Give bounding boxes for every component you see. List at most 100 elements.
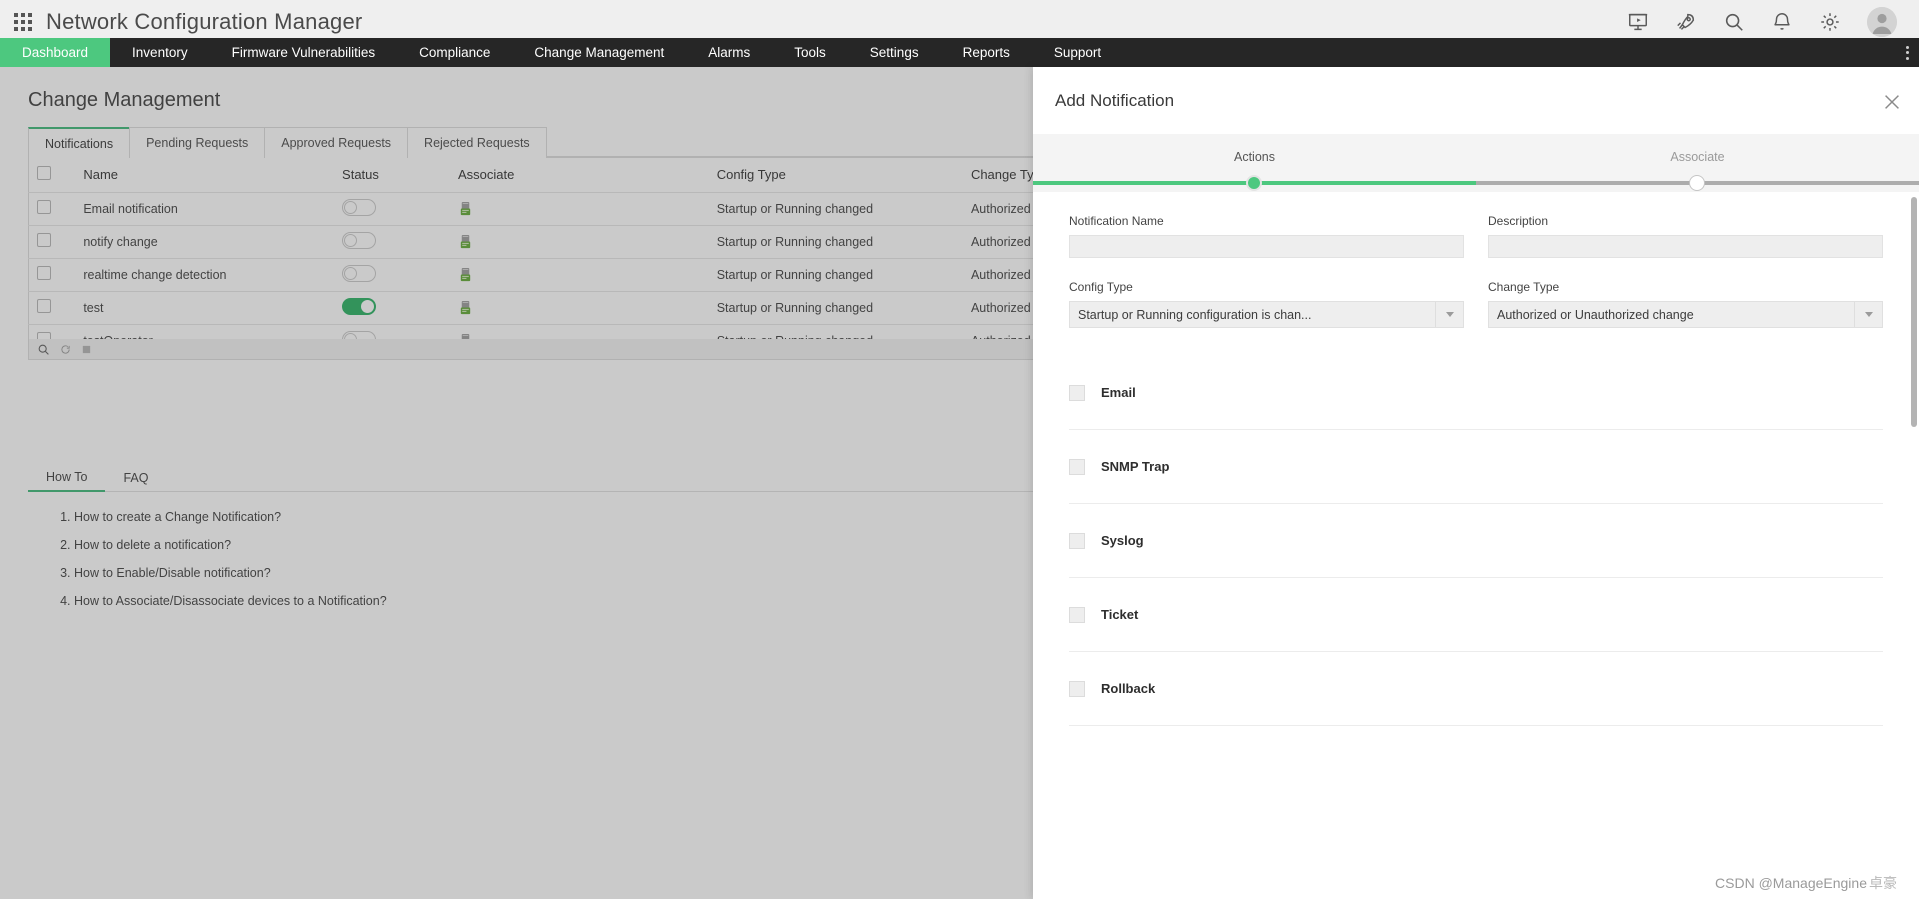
list-item[interactable]: How to delete a notification? [74, 538, 1078, 552]
rollback-label: Rollback [1101, 681, 1156, 696]
nav-item-reports[interactable]: Reports [941, 38, 1032, 67]
row-select-cell [28, 291, 76, 325]
notification-name-label: Notification Name [1069, 214, 1164, 228]
panel-body: Notification Name Description Config Typ… [1033, 192, 1919, 899]
email-checkbox[interactable] [1069, 384, 1085, 401]
tab-notifications[interactable]: Notifications [28, 127, 131, 158]
status-toggle[interactable] [342, 297, 377, 315]
config-type-select[interactable]: Startup or Running configuration is chan… [1069, 301, 1464, 328]
nav-item-change-management[interactable]: Change Management [512, 38, 686, 67]
presentation-icon[interactable] [1627, 11, 1649, 33]
change-type-field: Change Type Authorized or Unauthorized c… [1488, 280, 1883, 328]
nav-item-inventory[interactable]: Inventory [110, 38, 210, 67]
action-row-rollback[interactable]: Rollback [1069, 652, 1883, 726]
table-tools [37, 343, 92, 356]
associate-device-icon[interactable] [458, 201, 473, 216]
nav-item-alarms[interactable]: Alarms [686, 38, 772, 67]
tab-rejected-requests[interactable]: Rejected Requests [407, 127, 547, 158]
row-name: test [75, 291, 335, 325]
list-item[interactable]: How to create a Change Notification? [74, 510, 1078, 524]
form-row-1: Notification Name Description [1069, 214, 1883, 258]
row-name: realtime change detection [75, 258, 335, 292]
status-toggle[interactable] [342, 231, 377, 249]
step-dot-associate[interactable] [1689, 175, 1705, 191]
nav-item-compliance[interactable]: Compliance [397, 38, 512, 67]
nav-label: Firmware Vulnerabilities [231, 45, 376, 60]
row-associate-cell [450, 225, 709, 259]
row-checkbox[interactable] [37, 299, 51, 313]
tab-how-to[interactable]: How To [28, 463, 106, 492]
watermark-cn-text: 卓豪 [1869, 875, 1897, 891]
bell-icon[interactable] [1771, 11, 1793, 33]
app-title: Network Configuration Manager [46, 9, 363, 34]
add-notification-panel: Add Notification Actions Associate Notif… [1033, 67, 1919, 899]
row-config-type: Startup or Running changed [708, 258, 963, 292]
row-config-type: Startup or Running changed [708, 225, 963, 259]
nav-item-support[interactable]: Support [1032, 38, 1123, 67]
th-name[interactable]: Name [75, 158, 335, 193]
description-input[interactable] [1488, 235, 1883, 258]
panel-header: Add Notification [1033, 67, 1919, 134]
step-dot-actions[interactable] [1246, 175, 1262, 191]
tab-label: Notifications [45, 136, 114, 151]
step-associate[interactable]: Associate [1476, 134, 1919, 164]
row-checkbox[interactable] [37, 266, 51, 280]
action-row-ticket[interactable]: Ticket [1069, 578, 1883, 652]
associate-device-icon[interactable] [458, 267, 473, 282]
nav-item-firmware-vulnerabilities[interactable]: Firmware Vulnerabilities [210, 38, 398, 67]
row-status-cell [334, 225, 450, 259]
panel-title: Add Notification [1055, 90, 1175, 110]
step-actions[interactable]: Actions [1033, 134, 1476, 164]
search-icon[interactable] [37, 343, 50, 356]
panel-scrollbar[interactable] [1911, 197, 1917, 427]
row-checkbox[interactable] [37, 233, 51, 247]
delete-icon[interactable] [81, 344, 92, 355]
tab-approved-requests[interactable]: Approved Requests [264, 127, 409, 158]
list-item[interactable]: How to Enable/Disable notification? [74, 566, 1078, 580]
refresh-icon[interactable] [60, 344, 71, 355]
nav-item-settings[interactable]: Settings [848, 38, 941, 67]
tab-label: Approved Requests [281, 136, 392, 150]
row-checkbox[interactable] [37, 200, 51, 214]
row-config-type: Startup or Running changed [708, 291, 963, 325]
avatar[interactable] [1867, 7, 1897, 37]
th-status[interactable]: Status [334, 158, 450, 193]
close-icon[interactable] [1881, 91, 1903, 113]
nav-item-tools[interactable]: Tools [772, 38, 848, 67]
row-status-cell [334, 291, 450, 325]
step-label: Associate [1670, 150, 1725, 164]
tab-label: Rejected Requests [424, 136, 530, 150]
status-toggle[interactable] [342, 198, 377, 216]
status-toggle[interactable] [342, 264, 377, 282]
associate-device-icon[interactable] [458, 300, 473, 315]
row-status-cell [334, 192, 450, 226]
list-item[interactable]: How to Associate/Disassociate devices to… [74, 594, 1078, 608]
syslog-checkbox[interactable] [1069, 532, 1085, 549]
change-type-select[interactable]: Authorized or Unauthorized change [1488, 301, 1883, 328]
notification-name-input[interactable] [1069, 235, 1464, 258]
select-all-checkbox[interactable] [37, 166, 51, 181]
wizard-stepper: Actions Associate [1033, 134, 1919, 192]
row-select-cell [28, 192, 76, 226]
action-row-email[interactable]: Email [1069, 356, 1883, 430]
snmp-trap-checkbox[interactable] [1069, 458, 1085, 475]
form-row-2: Config Type Startup or Running configura… [1069, 280, 1883, 328]
rollback-checkbox[interactable] [1069, 680, 1085, 697]
search-icon[interactable] [1723, 11, 1745, 33]
associate-device-icon[interactable] [458, 234, 473, 249]
nav-overflow-menu-icon[interactable] [1906, 38, 1919, 67]
nav-item-dashboard[interactable]: Dashboard [0, 38, 111, 67]
action-row-syslog[interactable]: Syslog [1069, 504, 1883, 578]
gear-icon[interactable] [1819, 11, 1841, 33]
action-row-snmp-trap[interactable]: SNMP Trap [1069, 430, 1883, 504]
description-field: Description [1488, 214, 1883, 258]
tab-faq[interactable]: FAQ [105, 463, 166, 492]
tab-pending-requests[interactable]: Pending Requests [129, 127, 266, 158]
apps-grid-icon[interactable] [14, 13, 32, 31]
howto-list: How to create a Change Notification? How… [28, 510, 1078, 608]
ticket-checkbox[interactable] [1069, 606, 1085, 623]
th-config-type[interactable]: Config Type [708, 158, 963, 193]
rocket-icon[interactable] [1675, 11, 1697, 33]
th-associate[interactable]: Associate [450, 158, 709, 193]
nav-label: Alarms [708, 45, 751, 60]
